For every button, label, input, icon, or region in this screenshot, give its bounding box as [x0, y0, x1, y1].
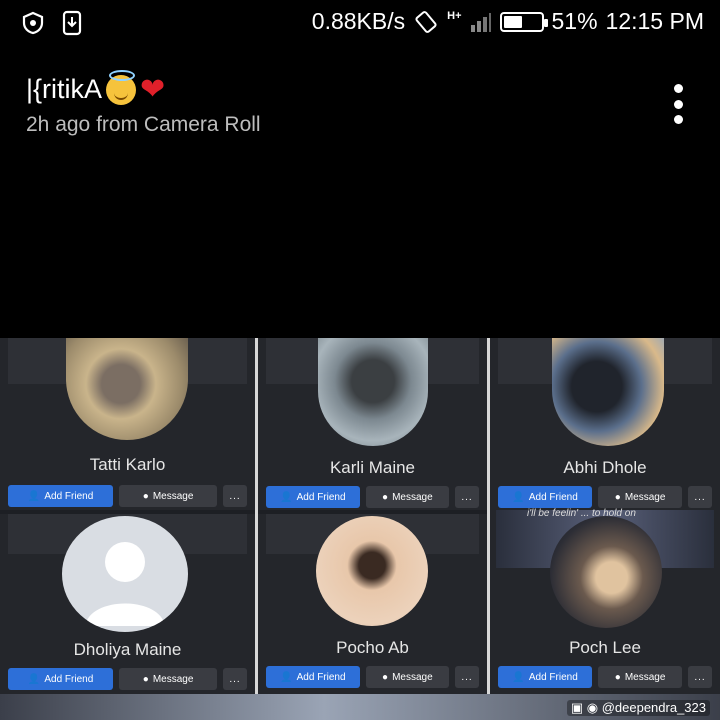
network-speed: 0.88KB/s [311, 8, 406, 34]
message-label: Message [624, 491, 666, 503]
friend-name: Abhi Dhole [563, 458, 647, 477]
add-friend-icon: 👤 [27, 673, 41, 685]
add-friend-button: 👤 Add Friend [8, 485, 114, 507]
signal-icon [470, 12, 491, 32]
add-friend-label: Add Friend [44, 490, 94, 502]
more-vertical-icon[interactable] [672, 84, 684, 124]
message-label: Message [392, 491, 433, 503]
more-options-button: ... [688, 666, 712, 688]
message-label: Message [152, 490, 194, 502]
username[interactable]: |{ritikA [26, 74, 102, 105]
battery-percent: 51% [551, 8, 598, 34]
message-label: Message [392, 671, 433, 683]
message-button: ● Message [119, 485, 217, 507]
status-bar: 0.88KB/s H+ 51% 12:15 PM [0, 0, 720, 50]
message-button: ● Message [365, 486, 449, 508]
profile-photo [550, 516, 662, 628]
menu-dot [673, 84, 683, 93]
add-friend-label: Add Friend [528, 671, 578, 683]
card-actions: 👤 Add Friend ● Message ... [498, 486, 712, 508]
add-friend-button: 👤 Add Friend [498, 486, 593, 508]
card-actions: 👤 Add Friend ● Message ... [266, 666, 479, 688]
card-actions: 👤 Add Friend ● Message ... [8, 668, 247, 690]
add-friend-button: 👤 Add Friend [498, 666, 593, 688]
menu-dot [673, 99, 683, 109]
battery-icon [499, 11, 548, 32]
network-type: H+ [447, 10, 462, 22]
battery-level [503, 15, 522, 28]
rotate-icon [415, 10, 437, 33]
friend-name: Poch Lee [569, 638, 641, 657]
friend-card: Tatti Karlo 👤 Add Friend ● Message ... [0, 338, 255, 510]
add-friend-label: Add Friend [44, 673, 94, 685]
shield-icon [22, 11, 44, 35]
column-divider [255, 338, 258, 694]
clock: 12:15 PM [605, 8, 704, 34]
message-button: ● Message [365, 666, 449, 688]
profile-photo [316, 516, 428, 626]
messenger-icon: ● [142, 490, 149, 502]
messenger-icon: ● [382, 671, 389, 683]
friend-name: Tatti Karlo [89, 455, 166, 474]
card-actions: 👤 Add Friend ● Message ... [498, 666, 712, 688]
heart-emoji-icon: ❤ [140, 72, 166, 106]
add-friend-icon: 👤 [512, 491, 525, 503]
profile-photo [552, 338, 664, 446]
angel-emoji-icon [106, 69, 137, 105]
message-label: Message [624, 671, 666, 683]
message-label: Message [152, 673, 194, 685]
add-friend-icon: 👤 [280, 491, 293, 503]
add-friend-button: 👤 Add Friend [8, 668, 114, 690]
add-friend-label: Add Friend [296, 491, 346, 503]
add-friend-button: 👤 Add Friend [266, 666, 360, 688]
cover-caption: i'll be feelin' ... to hold on [527, 508, 636, 519]
story-subtitle: 2h ago from Camera Roll [26, 113, 261, 136]
more-options-button: ... [688, 486, 712, 508]
card-actions: 👤 Add Friend ● Message ... [8, 485, 247, 507]
add-friend-button: 👤 Add Friend [266, 486, 360, 508]
friend-card: Poch Lee 👤 Add Friend ● Message ... [490, 510, 720, 694]
watermark-text: @deependra_323 [601, 700, 706, 715]
messenger-icon: ● [382, 491, 389, 503]
story-photo[interactable]: Tatti Karlo 👤 Add Friend ● Message ... K… [0, 338, 720, 720]
add-friend-label: Add Friend [296, 671, 346, 683]
friend-card: Abhi Dhole 👤 Add Friend ● Message ... [490, 338, 720, 510]
default-avatar-icon [85, 542, 165, 626]
download-icon [62, 10, 82, 36]
column-divider [487, 338, 490, 694]
friend-card: Pocho Ab 👤 Add Friend ● Message ... [258, 514, 487, 694]
profile-photo [62, 516, 188, 632]
message-button: ● Message [598, 666, 682, 688]
story-title: |{ritikA ❤ [26, 69, 261, 106]
profile-photo [66, 338, 188, 440]
messenger-icon: ● [614, 491, 621, 503]
message-button: ● Message [119, 668, 217, 690]
friend-card: Dholiya Maine 👤 Add Friend ● Message ... [0, 514, 255, 694]
watermark: ▣ ◉ @deependra_323 [566, 700, 710, 716]
more-options-button: ... [223, 485, 247, 507]
add-friend-label: Add Friend [528, 491, 578, 503]
messenger-icon: ● [614, 671, 621, 683]
friend-name: Dholiya Maine [73, 640, 182, 659]
friend-name: Karli Maine [329, 458, 416, 477]
more-options-button: ... [455, 486, 479, 508]
menu-dot [673, 115, 683, 124]
more-options-button: ... [455, 666, 479, 688]
social-icons: ▣ ◉ [570, 700, 602, 715]
card-actions: 👤 Add Friend ● Message ... [266, 486, 479, 508]
more-options-button: ... [223, 668, 247, 690]
profile-photo [318, 338, 428, 446]
add-friend-icon: 👤 [512, 671, 525, 683]
message-button: ● Message [598, 486, 682, 508]
friend-card: Karli Maine 👤 Add Friend ● Message ... [258, 338, 487, 510]
add-friend-icon: 👤 [280, 671, 293, 683]
story-header: |{ritikA ❤ 2h ago from Camera Roll [26, 69, 261, 137]
add-friend-icon: 👤 [27, 490, 41, 502]
friend-name: Pocho Ab [336, 638, 409, 657]
messenger-icon: ● [142, 673, 149, 685]
